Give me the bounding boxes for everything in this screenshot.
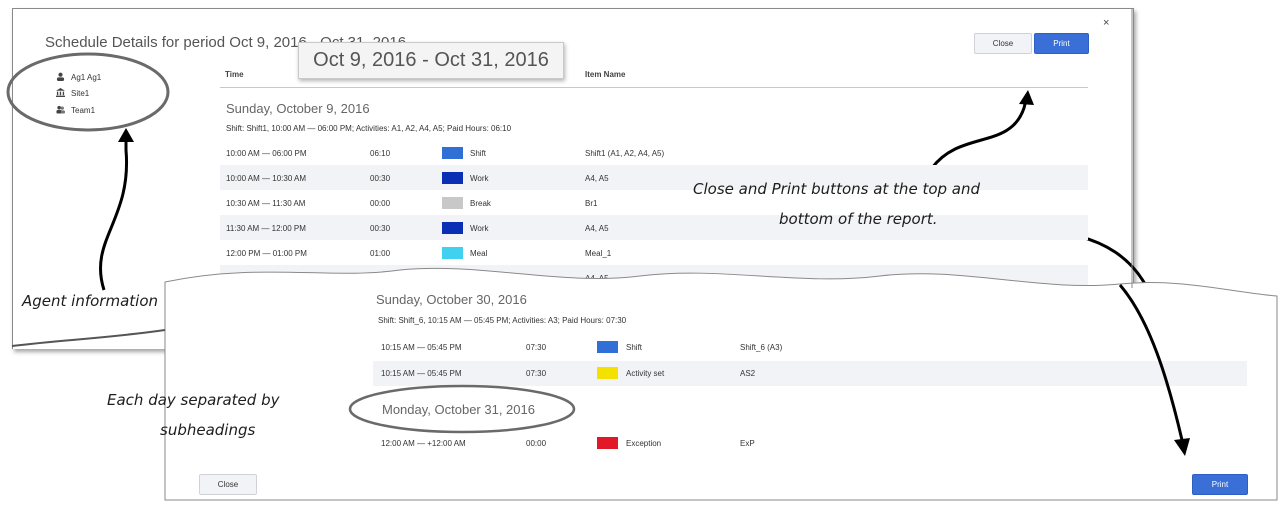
callout-buttons-line1: Close and Print buttons at the top and bbox=[693, 180, 981, 198]
callout-buttons-line2: bottom of the report. bbox=[779, 210, 938, 228]
bottom-buttons-arrow bbox=[1118, 284, 1184, 441]
day-subheading-ellipse bbox=[348, 384, 576, 434]
bottom-buttons-arrowhead bbox=[1174, 438, 1190, 456]
callout-days-line2: subheadings bbox=[160, 421, 256, 439]
callout-days-line1: Each day separated by bbox=[107, 391, 280, 409]
callout-agent-information: Agent information bbox=[22, 292, 159, 310]
